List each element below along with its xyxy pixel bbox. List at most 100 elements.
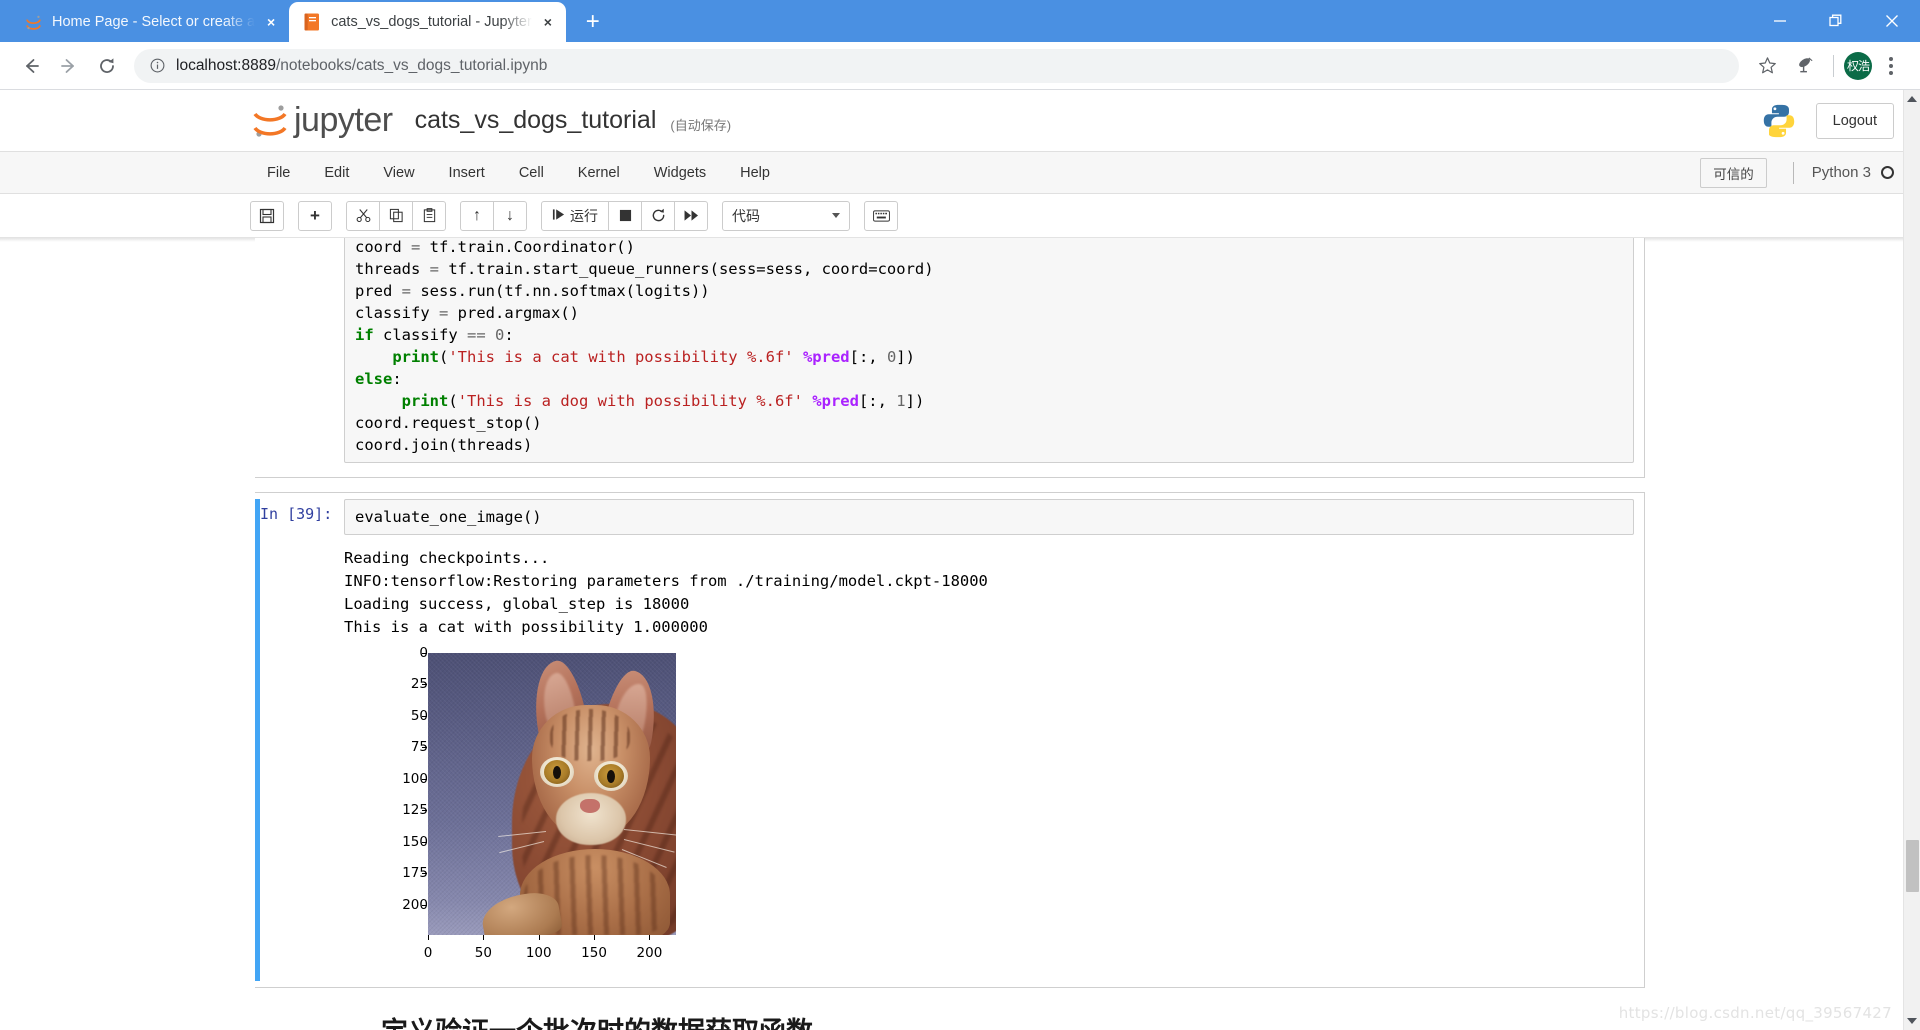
avatar[interactable]: 权浩 [1844,51,1872,80]
markdown-heading: 定义验证一个批次时的数据获取函数 [381,1010,1645,1030]
y-tick-mark [422,715,427,717]
cell-prompt-39: In [39]: [260,505,333,523]
toolbar-group-clipboard [346,200,446,231]
scroll-down-icon[interactable] [1907,1018,1917,1024]
url-input[interactable]: localhost:8889/notebooks/cats_vs_dogs_tu… [134,48,1739,83]
chevron-down-icon [832,213,840,218]
divider [1833,54,1834,77]
extension-icon[interactable] [1787,48,1823,84]
tab-title: cats_vs_dogs_tutorial - Jupyter [331,14,532,30]
move-cell-down-button[interactable]: ↓ [493,200,527,231]
omnibox-actions: 权浩 [1749,48,1908,84]
y-tick-mark [422,873,427,875]
toolbar-group-move: ↑ ↓ [460,200,527,231]
notebook-body[interactable]: coord = tf.train.Coordinator() threads =… [0,238,1920,1030]
y-tick-label: 200 [402,896,428,913]
jupyter-logo-icon [250,101,290,141]
menu-widgets[interactable]: Widgets [637,152,723,194]
browser-tab-home-page[interactable]: Home Page - Select or create a × [10,2,290,42]
scissors-icon[interactable] [346,200,380,231]
tab-title: Home Page - Select or create a [52,14,256,30]
close-window-button[interactable] [1864,0,1920,42]
x-tick-label: 200 [636,944,663,961]
menu-edit[interactable]: Edit [307,152,366,194]
back-button[interactable] [12,47,50,85]
kernel-status-icon [1881,166,1894,179]
jupyter-icon [24,13,42,31]
menu-insert[interactable]: Insert [432,152,502,194]
x-tick-mark [538,934,540,940]
run-cell-button[interactable]: 运行 [541,200,609,231]
x-tick-mark [594,934,596,940]
menu-cell[interactable]: Cell [502,152,561,194]
y-tick-mark [422,684,427,686]
close-icon[interactable]: × [538,12,558,32]
new-tab-button[interactable]: + [576,5,610,39]
notebook-cell-39[interactable]: In [39]: evaluate_one_image() Reading ch… [255,492,1645,988]
scrollbar-thumb[interactable] [1906,840,1919,892]
menu-view[interactable]: View [366,152,431,194]
copy-icon[interactable] [379,200,413,231]
x-tick-label: 0 [423,944,433,961]
y-tick-mark [422,652,427,654]
trusted-badge: 可信的 [1700,157,1767,188]
cell-output-text-39: Reading checkpoints... INFO:tensorflow:R… [344,549,988,636]
maximize-restore-button[interactable] [1808,0,1864,42]
y-tick-label: 125 [402,802,428,819]
y-tick-mark [422,810,427,812]
restart-icon[interactable] [641,200,675,231]
browser-window: Home Page - Select or create a × cats_vs… [0,0,1920,1030]
minimize-button[interactable] [1752,0,1808,42]
code-editor-39[interactable]: evaluate_one_image() [344,499,1634,535]
watermark: https://blog.csdn.net/qq_39567427 [1618,1004,1892,1022]
cell-type-select[interactable]: 代码 [722,200,850,231]
info-icon[interactable] [148,57,166,75]
python-logo-icon [1760,102,1798,140]
scroll-up-icon[interactable] [1907,96,1917,102]
y-tick-mark [422,778,427,780]
kernel-name-label[interactable]: Python 3 [1812,164,1871,181]
save-icon[interactable] [250,200,284,231]
y-tick-label: 75 [410,739,428,756]
cat-right-eye [594,760,628,791]
y-tick-label: 25 [410,676,428,693]
logout-button[interactable]: Logout [1815,102,1894,139]
notebook-title[interactable]: cats_vs_dogs_tutorial [415,106,657,135]
cat-image-axes [428,652,676,935]
cell-type-value: 代码 [732,207,760,224]
cat-nose [580,798,600,813]
star-icon[interactable] [1749,48,1785,84]
jupyter-logo-text: jupyter [294,100,393,139]
forward-button[interactable] [50,47,88,85]
keyboard-icon[interactable] [864,200,898,231]
tab-strip: Home Page - Select or create a × cats_vs… [0,0,1920,42]
close-icon[interactable]: × [261,12,281,32]
y-tick-label: 100 [402,770,428,787]
code-editor[interactable]: coord = tf.train.Coordinator() threads =… [344,238,1634,463]
run-label: 运行 [570,207,598,224]
menu-help[interactable]: Help [723,152,787,194]
y-tick-label: 0 [419,644,428,661]
menu-file[interactable]: File [250,152,307,194]
x-tick-label: 100 [525,944,552,961]
add-cell-button[interactable]: + [298,200,332,231]
divider [1792,161,1794,184]
y-tick-label: 150 [402,833,428,850]
cell-prompt [260,238,344,471]
toolbar-group-add: + [298,200,332,231]
notebook-cell-partial[interactable]: coord = tf.train.Coordinator() threads =… [255,238,1645,478]
vertical-scrollbar[interactable] [1903,90,1920,1030]
header-right: Logout [1760,102,1894,140]
reload-button[interactable] [88,47,126,85]
jupyter-logo[interactable]: jupyter [250,101,393,141]
move-cell-up-button[interactable]: ↑ [460,200,494,231]
paste-icon[interactable] [412,200,446,231]
three-dots-icon[interactable] [1874,49,1908,83]
notebook-cell-markdown[interactable]: 定义验证一个批次时的数据获取函数 [255,988,1645,1030]
menu-kernel[interactable]: Kernel [561,152,637,194]
stop-icon[interactable] [608,200,642,231]
browser-tab-cats-vs-dogs-tutorial[interactable]: cats_vs_dogs_tutorial - Jupyter × [289,2,566,42]
fast-forward-icon[interactable] [674,200,708,231]
y-tick-mark [422,841,427,843]
y-tick-mark [422,747,427,749]
